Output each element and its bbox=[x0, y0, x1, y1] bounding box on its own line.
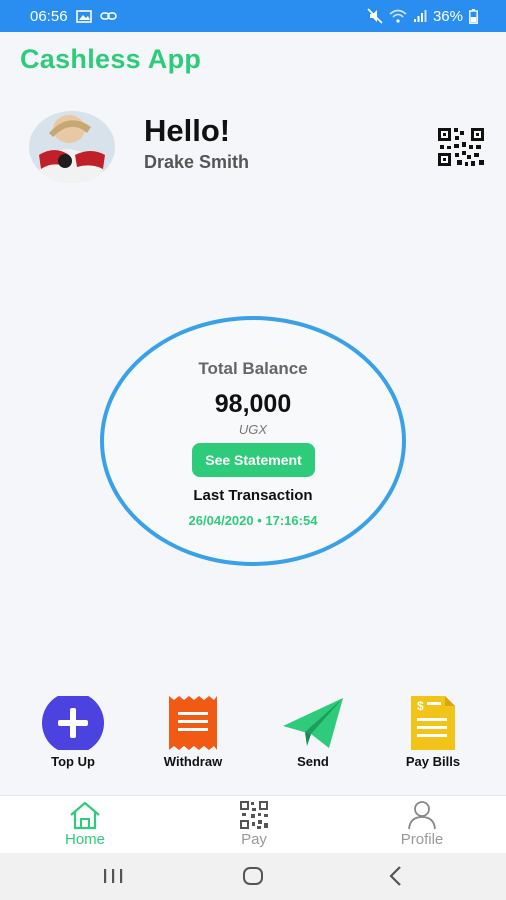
avatar[interactable] bbox=[29, 111, 115, 183]
pay-bills-label: Pay Bills bbox=[405, 754, 461, 769]
system-nav-bar bbox=[0, 853, 506, 900]
top-up-button[interactable]: Top Up bbox=[25, 696, 121, 769]
user-name: Drake Smith bbox=[144, 152, 250, 172]
withdraw-label: Withdraw bbox=[163, 754, 223, 769]
nav-profile-label: Profile bbox=[400, 831, 444, 848]
total-balance-label: Total Balance bbox=[198, 359, 308, 378]
home-icon bbox=[70, 801, 100, 830]
see-statement-button[interactable]: See Statement bbox=[192, 443, 315, 477]
app-title: Cashless App bbox=[20, 44, 202, 74]
greeting: Hello! bbox=[144, 113, 231, 148]
nav-pay[interactable]: Pay bbox=[204, 800, 304, 848]
back-icon[interactable] bbox=[381, 863, 411, 889]
top-up-label: Top Up bbox=[51, 754, 95, 769]
gallery-notification-icon bbox=[75, 9, 92, 23]
quick-actions: Top Up Withdraw Send $ Pay Bills bbox=[0, 696, 506, 776]
battery-percent: 36% bbox=[432, 7, 463, 25]
pay-bills-button[interactable]: $ Pay Bills bbox=[385, 696, 481, 769]
qr-code-icon bbox=[240, 801, 268, 829]
nav-home-label: Home bbox=[64, 831, 105, 848]
plus-circle-icon bbox=[42, 696, 104, 750]
nav-home[interactable]: Home bbox=[35, 800, 135, 848]
send-label: Send bbox=[297, 754, 329, 769]
person-icon bbox=[408, 801, 436, 830]
wifi-icon bbox=[389, 9, 407, 23]
svg-text:$: $ bbox=[417, 699, 424, 713]
status-bar: 06:56 36% bbox=[0, 0, 506, 32]
link-notification-icon bbox=[99, 12, 117, 20]
battery-icon bbox=[469, 8, 478, 24]
qr-code-icon[interactable] bbox=[438, 128, 484, 166]
paper-plane-icon bbox=[283, 698, 343, 748]
status-right: 36% bbox=[367, 8, 478, 25]
withdraw-button[interactable]: Withdraw bbox=[145, 696, 241, 769]
home-nav-icon[interactable] bbox=[238, 863, 268, 889]
status-time: 06:56 bbox=[30, 7, 68, 25]
total-balance-amount: 98,000 bbox=[214, 390, 292, 418]
last-transaction-value: 26/04/2020 • 17:16:54 bbox=[188, 513, 318, 528]
status-left: 06:56 bbox=[30, 8, 117, 25]
balance-currency: UGX bbox=[238, 422, 268, 437]
balance-card bbox=[100, 316, 406, 566]
bottom-nav: Home Pay Profile bbox=[0, 795, 506, 853]
signal-icon bbox=[413, 10, 427, 22]
nav-profile[interactable]: Profile bbox=[372, 800, 472, 848]
last-transaction-label: Last Transaction bbox=[193, 487, 313, 504]
mute-icon bbox=[367, 8, 383, 24]
send-button[interactable]: Send bbox=[265, 696, 361, 769]
receipt-icon bbox=[169, 696, 217, 750]
nav-pay-label: Pay bbox=[241, 831, 267, 848]
recent-apps-icon[interactable] bbox=[98, 863, 128, 889]
bill-document-icon: $ bbox=[411, 696, 455, 750]
